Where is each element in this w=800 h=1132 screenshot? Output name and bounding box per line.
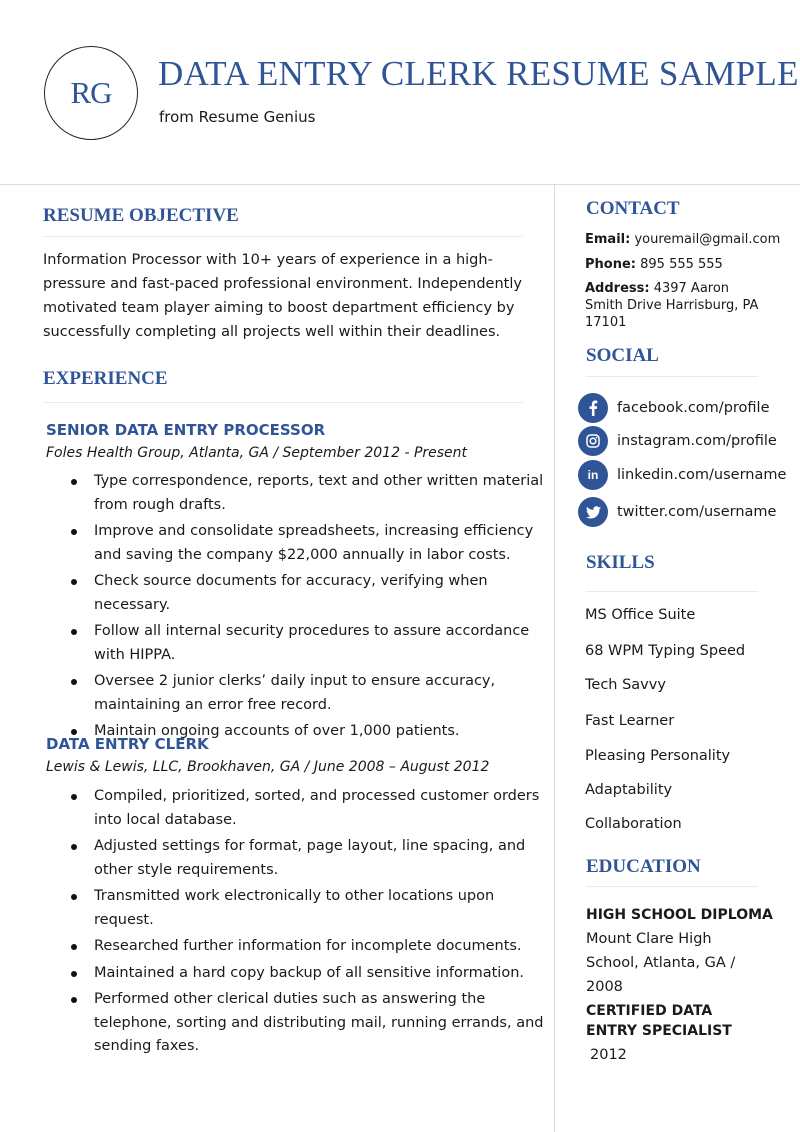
job-meta: Lewis & Lewis, LLC, Brookhaven, GA / Jun… [46, 759, 490, 775]
objective-text: Information Processor with 10+ years of … [43, 252, 522, 340]
job-title: SENIOR DATA ENTRY PROCESSOR [46, 421, 326, 439]
twitter-icon [578, 497, 608, 527]
skill-item: Fast Learner [585, 713, 675, 729]
facebook-icon [578, 393, 608, 423]
bullet-icon [71, 970, 77, 977]
bullet-text: Improve and consolidate spreadsheets, in… [94, 523, 534, 563]
email-value[interactable]: youremail@gmail.com [634, 232, 780, 247]
skill-item: Pleasing Personality [585, 748, 731, 764]
job-bullets: Compiled, prioritized, sorted, and proce… [66, 785, 550, 1062]
instagram-icon [578, 426, 608, 456]
social-label: twitter.com/username [617, 504, 777, 520]
skills-rule [586, 591, 758, 592]
bullet-icon [71, 529, 77, 535]
bullet-text: Check source documents for accuracy, ver… [94, 573, 488, 613]
phone-value: 895 555 555 [640, 257, 723, 272]
column-divider [554, 184, 555, 1132]
job-meta: Foles Health Group, Atlanta, GA / Septem… [46, 445, 468, 461]
list-item: Maintained a hard copy backup of all sen… [66, 962, 550, 986]
list-item: Improve and consolidate spreadsheets, in… [66, 520, 550, 567]
social-heading: SOCIAL [586, 345, 659, 366]
bullet-icon [71, 844, 77, 850]
bullet-icon [71, 894, 77, 900]
bullet-text: Researched further information for incom… [94, 938, 522, 954]
experience-rule [43, 402, 523, 403]
page-subtitle: from Resume Genius [159, 108, 316, 126]
skill-item: Collaboration [585, 816, 682, 832]
social-label: linkedin.com/username [617, 467, 787, 483]
list-item: Performed other clerical duties such as … [66, 988, 550, 1059]
list-item: Follow all internal security procedures … [66, 620, 550, 667]
list-item: Check source documents for accuracy, ver… [66, 570, 550, 617]
email-label: Email: [585, 232, 631, 247]
bullet-text: Type correspondence, reports, text and o… [94, 473, 544, 513]
bullet-icon [71, 944, 77, 950]
bullet-text: Maintained a hard copy backup of all sen… [94, 964, 524, 981]
education-title: HIGH SCHOOL DIPLOMA [586, 907, 773, 923]
monogram-logo: RG [44, 46, 138, 140]
bullet-icon [71, 679, 77, 685]
education-heading: EDUCATION [586, 856, 701, 877]
education-detail: 2012 [590, 1047, 627, 1063]
bullet-icon [71, 579, 77, 585]
contact-phone: Phone: 895 555 555 [585, 256, 785, 273]
contact-address: Address: 4397 Aaron Smith Drive Harrisbu… [585, 280, 765, 331]
social-item-facebook[interactable]: facebook.com/profile [578, 392, 770, 424]
education-detail: Mount Clare High School, Atlanta, GA / 2… [586, 931, 736, 995]
bullet-icon [71, 629, 77, 635]
social-label: facebook.com/profile [617, 400, 770, 416]
job-title: DATA ENTRY CLERK [46, 735, 209, 753]
list-item: Oversee 2 junior clerks’ daily input to … [66, 670, 550, 717]
header-divider [0, 184, 800, 185]
education-title: CERTIFIED DATA ENTRY SPECIALIST [586, 1003, 732, 1039]
objective-rule [43, 236, 523, 237]
objective-heading: RESUME OBJECTIVE [43, 205, 239, 226]
phone-label: Phone: [585, 257, 636, 272]
social-item-linkedin[interactable]: in linkedin.com/username [578, 459, 786, 491]
social-label: instagram.com/profile [617, 433, 777, 449]
skill-item: 68 WPM Typing Speed [585, 643, 746, 659]
contact-heading: CONTACT [586, 198, 680, 219]
experience-heading: EXPERIENCE [43, 368, 168, 389]
resume-header: RG DATA ENTRY CLERK RESUME SAMPLE from R… [0, 0, 800, 184]
bullet-text: Follow all internal security procedures … [94, 623, 530, 663]
bullet-icon [71, 479, 77, 485]
skill-item: Tech Savvy [585, 677, 666, 693]
page-title: DATA ENTRY CLERK RESUME SAMPLE [158, 54, 799, 93]
skill-item: MS Office Suite [585, 607, 696, 623]
job-bullets: Type correspondence, reports, text and o… [66, 470, 550, 747]
linkedin-icon: in [578, 460, 608, 490]
bullet-icon [71, 997, 77, 1003]
list-item: Adjusted settings for format, page layou… [66, 835, 550, 882]
list-item: Type correspondence, reports, text and o… [66, 470, 550, 517]
list-item: Compiled, prioritized, sorted, and proce… [66, 785, 550, 832]
bullet-text: Adjusted settings for format, page layou… [94, 838, 526, 878]
skill-item: Adaptability [585, 782, 673, 798]
list-item: Transmitted work electronically to other… [66, 885, 550, 932]
skills-heading: SKILLS [586, 552, 655, 573]
social-rule [586, 376, 758, 377]
bullet-icon [71, 794, 77, 800]
bullet-text: Performed other clerical duties such as … [94, 991, 544, 1054]
contact-email: Email: youremail@gmail.com [585, 231, 785, 248]
bullet-text: Transmitted work electronically to other… [94, 888, 495, 928]
social-item-twitter[interactable]: twitter.com/username [578, 496, 776, 528]
social-item-instagram[interactable]: instagram.com/profile [578, 425, 777, 457]
bullet-text: Compiled, prioritized, sorted, and proce… [94, 788, 540, 828]
address-label: Address: [585, 281, 650, 296]
bullet-text: Oversee 2 junior clerks’ daily input to … [94, 673, 496, 713]
education-rule [586, 886, 758, 887]
list-item: Researched further information for incom… [66, 935, 550, 959]
